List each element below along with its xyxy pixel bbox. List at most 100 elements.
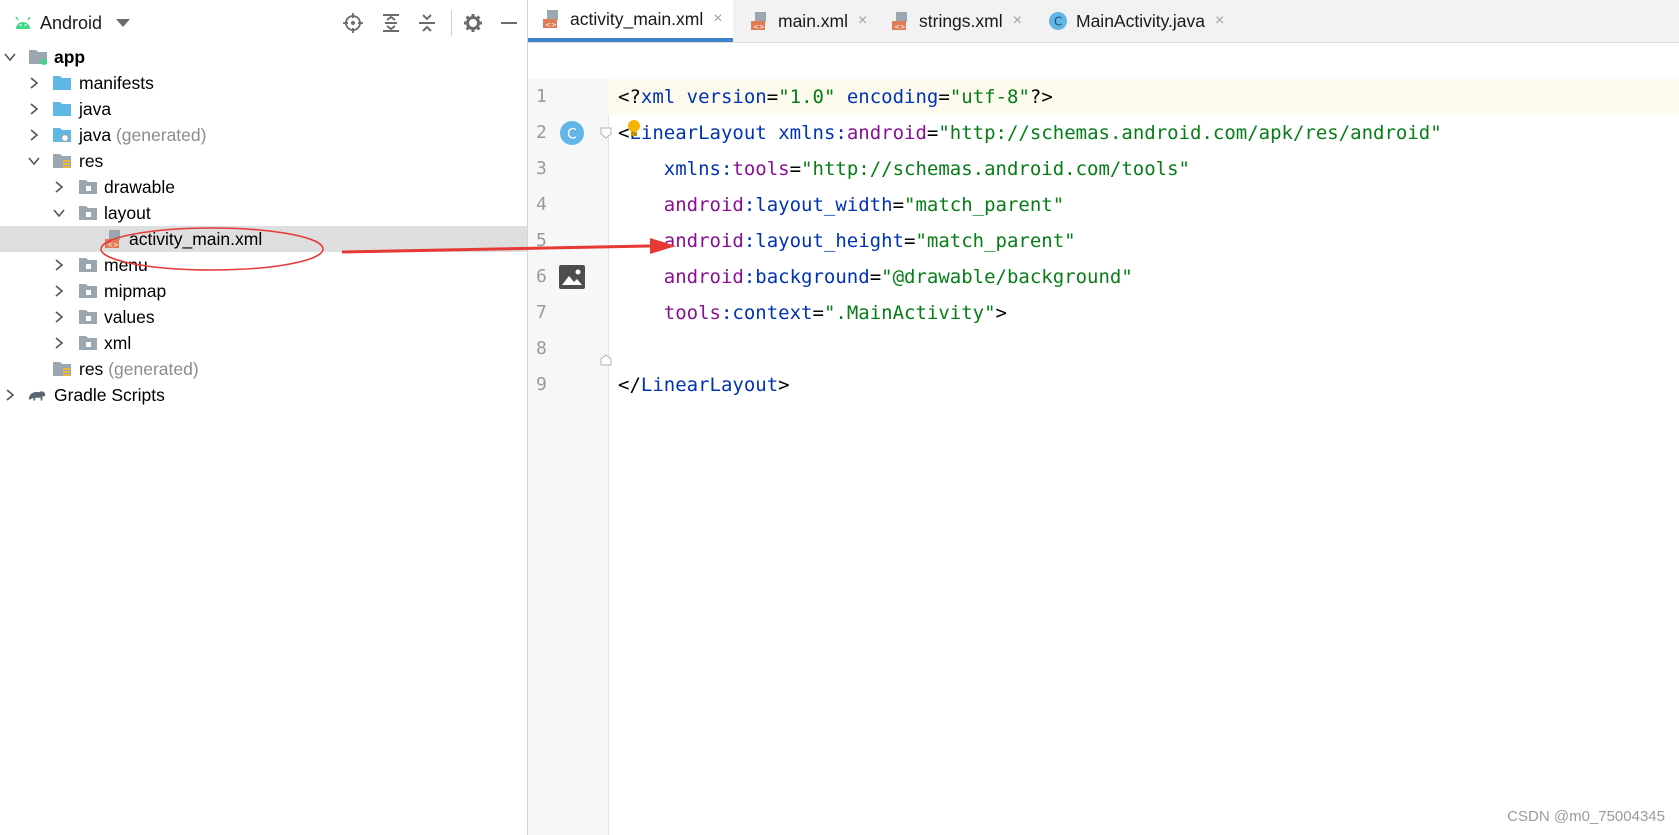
locate-icon[interactable] [342,12,364,34]
tree-item-app[interactable]: app [0,44,527,70]
tree-item-label: drawable [104,177,176,197]
tree-item-label: activity_main.xml [129,229,263,249]
tree-item-menu[interactable]: menu [0,252,527,278]
line-number: 4 [536,194,547,215]
tree-item-label: java [79,99,112,119]
code-token: "@drawable/background" [881,266,1133,288]
chevron-down-icon[interactable] [2,44,18,70]
tab-mainactivity-java[interactable]: C MainActivity.java × [1048,0,1224,42]
tree-item-xml[interactable]: xml [0,330,527,356]
tree-item-res[interactable]: res [0,148,527,174]
class-badge-letter: C [567,127,577,143]
code-line[interactable]: android:layout_width="match_parent" [618,187,1064,223]
line-number: 8 [536,338,547,359]
res-folder-icon [53,154,71,168]
chevron-right-icon[interactable] [26,96,42,122]
code-line[interactable]: </LinearLayout> [618,367,790,403]
editor-tab-bar: <> activity_main.xml × <> main.xml × <> … [528,0,1679,43]
code-token: "http://schemas.android.com/tools" [801,158,1190,180]
tree-item-activity-main-xml[interactable]: <> activity_main.xml [0,226,527,252]
gear-icon[interactable] [462,12,484,34]
chevron-down-icon[interactable] [26,148,42,174]
tab-main-xml[interactable]: <> main.xml × [750,0,867,42]
line-number: 6 [536,266,547,287]
code-token: = [869,266,882,288]
project-view-dropdown[interactable]: Android [14,12,131,34]
code-token: <? [618,86,641,108]
tree-item-java[interactable]: java [0,96,527,122]
code-token: tools [663,302,721,324]
code-token: android [663,230,744,252]
tree-item-drawable[interactable]: drawable [0,174,527,200]
folder-icon [53,76,71,90]
code-token: android [663,266,744,288]
close-icon[interactable]: × [1013,12,1022,30]
gradle-icon [28,391,46,401]
tree-item-manifests[interactable]: manifests [0,70,527,96]
lightbulb-icon[interactable] [626,119,642,137]
folder-icon [53,102,71,116]
hide-icon[interactable] [498,12,520,34]
code-token: encoding [846,86,939,108]
code-line[interactable]: <?xml version="1.0" encoding="utf-8"?> [618,79,1053,115]
chevron-down-icon[interactable] [51,200,67,226]
tree-item-gradle-scripts[interactable]: Gradle Scripts [0,382,527,408]
code-line[interactable]: tools:context=".MainActivity"> [618,295,1007,331]
code-token: "utf-8" [949,86,1030,108]
image-preview-icon[interactable] [559,265,585,289]
expand-all-icon[interactable] [380,12,402,34]
watermark: CSDN @m0_75004345 [1507,808,1665,825]
code-token: xmlns: [778,122,847,144]
code-token: = [904,230,916,252]
collapse-all-icon[interactable] [416,12,438,34]
close-icon[interactable]: × [1215,12,1224,30]
folder-icon [79,336,97,350]
line-number: 2 [536,122,547,143]
code-line[interactable]: android:layout_height="match_parent" [618,223,1076,259]
fold-end-icon[interactable] [600,354,612,366]
code-line[interactable]: xmlns:tools="http://schemas.android.com/… [618,151,1190,187]
tree-item-layout[interactable]: layout [0,200,527,226]
tree-item-java-generated[interactable]: java (generated) [0,122,527,148]
tree-item-label: Gradle Scripts [54,385,165,405]
tree-item-values[interactable]: values [0,304,527,330]
tab-strings-xml[interactable]: <> strings.xml × [891,0,1022,42]
chevron-right-icon[interactable] [51,252,67,278]
line-gutter: 1 2 3 4 5 6 7 8 9 C [528,79,612,835]
res-folder-icon [53,362,71,376]
code-token: :layout_height [743,230,904,252]
folder-icon [79,180,97,194]
chevron-right-icon[interactable] [51,174,67,200]
code-line[interactable]: android:background="@drawable/background… [618,259,1133,295]
folder-icon [79,310,97,324]
chevron-right-icon[interactable] [51,304,67,330]
code-token: = [766,86,779,108]
tree-item-mipmap[interactable]: mipmap [0,278,527,304]
chevron-right-icon[interactable] [26,70,42,96]
tree-item-label: res [79,151,104,171]
close-icon[interactable]: × [858,12,867,30]
code-token: "match_parent" [915,230,1076,252]
java-class-icon[interactable]: C [559,120,585,146]
chevron-right-icon[interactable] [2,382,18,408]
chevron-right-icon[interactable] [51,278,67,304]
close-icon[interactable]: × [713,10,722,28]
tab-label: main.xml [778,10,849,31]
tree-item-label: menu [104,255,148,275]
svg-text:C: C [1054,15,1062,29]
code-token: :context [720,302,813,324]
chevron-right-icon[interactable] [26,122,42,148]
code-line[interactable]: <LinearLayout xmlns:android="http://sche… [618,115,1442,151]
fold-icon[interactable] [600,127,612,139]
line-number: 9 [536,374,547,395]
code-token: = [938,86,950,108]
line-number: 3 [536,158,547,179]
code-token: "1.0" [778,86,836,108]
tree-item-res-generated[interactable]: res (generated) [0,356,527,382]
chevron-right-icon[interactable] [51,330,67,356]
tab-activity-main-xml[interactable]: <> activity_main.xml × [528,0,733,42]
